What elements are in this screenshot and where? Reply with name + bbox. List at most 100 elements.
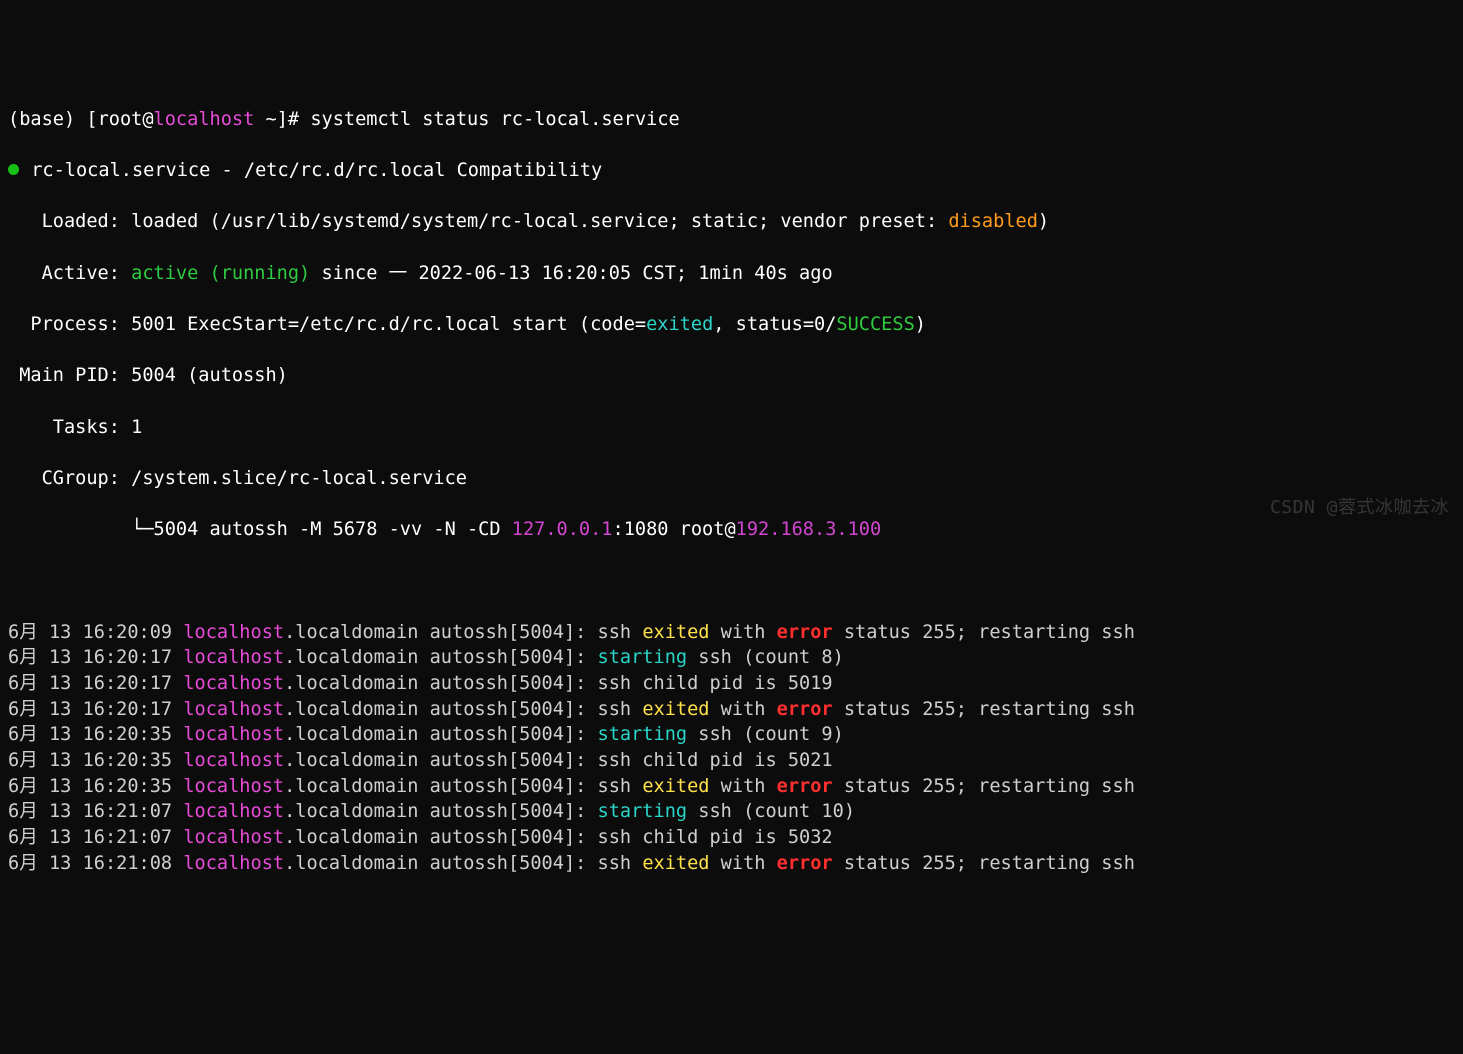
log-source: .localdomain autossh[5004]: xyxy=(284,750,597,771)
log-host: localhost xyxy=(183,673,284,694)
prompt-symbol: # xyxy=(288,109,299,130)
log-segment: ssh xyxy=(598,699,643,720)
log-source: .localdomain autossh[5004]: xyxy=(284,827,597,848)
log-date: 6月 13 16:21:07 xyxy=(8,801,183,822)
log-segment: starting xyxy=(598,647,688,668)
mainpid-line: Main PID: 5004 (autossh) xyxy=(8,363,1455,389)
active-timestamp: 2022-06-13 16:20:05 CST; 1min 40s ago xyxy=(407,263,832,284)
log-host: localhost xyxy=(183,647,284,668)
log-host: localhost xyxy=(183,750,284,771)
process-status: SUCCESS xyxy=(836,314,914,335)
log-segment: error xyxy=(777,853,833,874)
log-segment: status 255; restarting ssh xyxy=(833,622,1135,643)
process-code: exited xyxy=(646,314,713,335)
prompt-host: localhost xyxy=(154,109,255,130)
log-segment: ssh child pid is 5019 xyxy=(598,673,833,694)
loaded-state: loaded xyxy=(131,211,198,232)
log-row: 6月 13 16:20:35 localhost.localdomain aut… xyxy=(8,774,1455,800)
log-segment: status 255; restarting ssh xyxy=(833,699,1135,720)
log-row: 6月 13 16:21:07 localhost.localdomain aut… xyxy=(8,825,1455,851)
log-source: .localdomain autossh[5004]: xyxy=(284,724,597,745)
unit-name: rc-local.service xyxy=(31,160,210,181)
vendor-preset: disabled xyxy=(948,211,1038,232)
log-segment: starting xyxy=(598,724,688,745)
log-row: 6月 13 16:20:35 localhost.localdomain aut… xyxy=(8,748,1455,774)
log-host: localhost xyxy=(183,724,284,745)
prompt-user: root xyxy=(98,109,143,130)
log-date: 6月 13 16:20:17 xyxy=(8,699,183,720)
log-segment: ssh xyxy=(598,622,643,643)
loaded-line: Loaded: loaded (/usr/lib/systemd/system/… xyxy=(8,209,1455,235)
active-line: Active: active (running) since 一 2022-06… xyxy=(8,261,1455,287)
cgroup-ip2: 192.168.3.100 xyxy=(736,519,882,540)
log-segment: exited xyxy=(642,622,709,643)
log-segment: ssh child pid is 5021 xyxy=(598,750,833,771)
log-segment: ssh (count 8) xyxy=(687,647,844,668)
log-source: .localdomain autossh[5004]: xyxy=(284,853,597,874)
terminal[interactable]: (base) [root@localhost ~]# systemctl sta… xyxy=(8,107,1455,877)
process-line: Process: 5001 ExecStart=/etc/rc.d/rc.loc… xyxy=(8,312,1455,338)
log-row: 6月 13 16:20:17 localhost.localdomain aut… xyxy=(8,645,1455,671)
log-host: localhost xyxy=(183,827,284,848)
log-segment: with xyxy=(709,622,776,643)
log-row: 6月 13 16:21:08 localhost.localdomain aut… xyxy=(8,851,1455,877)
log-segment: error xyxy=(777,776,833,797)
log-segment: with xyxy=(709,853,776,874)
log-segment: exited xyxy=(642,853,709,874)
log-segment: ssh (count 10) xyxy=(687,801,855,822)
log-source: .localdomain autossh[5004]: xyxy=(284,801,597,822)
log-date: 6月 13 16:20:17 xyxy=(8,673,183,694)
log-row: 6月 13 16:20:17 localhost.localdomain aut… xyxy=(8,671,1455,697)
log-source: .localdomain autossh[5004]: xyxy=(284,647,597,668)
log-segment: ssh xyxy=(598,853,643,874)
log-host: localhost xyxy=(183,622,284,643)
log-host: localhost xyxy=(183,776,284,797)
log-area: 6月 13 16:20:09 localhost.localdomain aut… xyxy=(8,620,1455,877)
log-source: .localdomain autossh[5004]: xyxy=(284,622,597,643)
log-date: 6月 13 16:21:08 xyxy=(8,853,183,874)
log-source: .localdomain autossh[5004]: xyxy=(284,699,597,720)
prompt-cwd: ~ xyxy=(266,109,277,130)
log-date: 6月 13 16:21:07 xyxy=(8,827,183,848)
cgroup-ip1: 127.0.0.1 xyxy=(512,519,613,540)
cgroup-path: /system.slice/rc-local.service xyxy=(131,468,467,489)
log-segment: status 255; restarting ssh xyxy=(833,853,1135,874)
command-text: systemctl status rc-local.service xyxy=(310,109,679,130)
status-dot-icon xyxy=(8,164,19,175)
log-segment: ssh xyxy=(598,776,643,797)
cgroup-child-line: └─5004 autossh -M 5678 -vv -N -CD 127.0.… xyxy=(8,517,1455,543)
log-date: 6月 13 16:20:35 xyxy=(8,750,183,771)
active-state: active (running) xyxy=(131,263,310,284)
log-date: 6月 13 16:20:09 xyxy=(8,622,183,643)
log-segment: status 255; restarting ssh xyxy=(833,776,1135,797)
cgroup-line: CGroup: /system.slice/rc-local.service xyxy=(8,466,1455,492)
log-date: 6月 13 16:20:17 xyxy=(8,647,183,668)
log-host: localhost xyxy=(183,853,284,874)
mainpid-value: 5004 (autossh) xyxy=(131,365,288,386)
tasks-line: Tasks: 1 xyxy=(8,415,1455,441)
log-date: 6月 13 16:20:35 xyxy=(8,776,183,797)
log-row: 6月 13 16:20:35 localhost.localdomain aut… xyxy=(8,722,1455,748)
env-tag: (base) xyxy=(8,109,75,130)
log-host: localhost xyxy=(183,801,284,822)
log-row: 6月 13 16:20:17 localhost.localdomain aut… xyxy=(8,697,1455,723)
prompt-line: (base) [root@localhost ~]# systemctl sta… xyxy=(8,107,1455,133)
log-segment: exited xyxy=(642,699,709,720)
log-segment: ssh child pid is 5032 xyxy=(598,827,833,848)
log-source: .localdomain autossh[5004]: xyxy=(284,776,597,797)
log-row: 6月 13 16:20:09 localhost.localdomain aut… xyxy=(8,620,1455,646)
log-row: 6月 13 16:21:07 localhost.localdomain aut… xyxy=(8,799,1455,825)
log-segment: error xyxy=(777,622,833,643)
log-date: 6月 13 16:20:35 xyxy=(8,724,183,745)
log-source: .localdomain autossh[5004]: xyxy=(284,673,597,694)
unit-line: rc-local.service - /etc/rc.d/rc.local Co… xyxy=(8,158,1455,184)
log-segment: exited xyxy=(642,776,709,797)
log-segment: with xyxy=(709,776,776,797)
log-segment: with xyxy=(709,699,776,720)
blank-line xyxy=(8,568,1455,594)
tasks-value: 1 xyxy=(131,417,142,438)
unit-desc: /etc/rc.d/rc.local Compatibility xyxy=(244,160,602,181)
log-segment: ssh (count 9) xyxy=(687,724,844,745)
log-segment: starting xyxy=(598,801,688,822)
log-segment: error xyxy=(777,699,833,720)
